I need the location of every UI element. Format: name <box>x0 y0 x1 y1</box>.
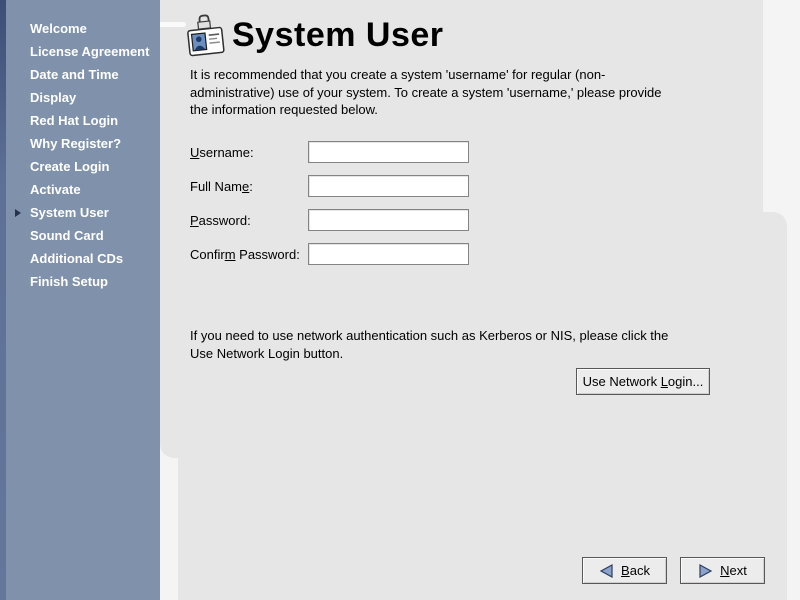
form-row-full-name: Full Name: <box>190 175 469 197</box>
sidebar-item-label: Display <box>30 90 76 105</box>
use-network-login-button[interactable]: Use Network Login... <box>576 368 710 395</box>
sidebar-item-create-login[interactable]: Create Login <box>0 155 160 178</box>
sidebar-item-label: Additional CDs <box>30 251 123 266</box>
sidebar-connector-line <box>160 22 186 27</box>
sidebar-item-display[interactable]: Display <box>0 86 160 109</box>
id-badge-icon <box>185 13 227 64</box>
sidebar-item-activate[interactable]: Activate <box>0 178 160 201</box>
sidebar-item-label: Sound Card <box>30 228 104 243</box>
setup-steps-nav: Welcome License Agreement Date and Time … <box>0 17 160 293</box>
firstboot-window: Welcome License Agreement Date and Time … <box>0 0 800 600</box>
back-arrow-icon <box>599 564 614 578</box>
next-button-label: Next <box>720 563 747 578</box>
username-input[interactable] <box>308 141 469 163</box>
sidebar-item-label: Finish Setup <box>30 274 108 289</box>
content-panel-bottom <box>178 212 787 600</box>
form-row-password: Password: <box>190 209 469 231</box>
back-button-label: Back <box>621 563 650 578</box>
network-auth-line: Use Network Login button. <box>190 345 668 363</box>
sidebar-item-label: Activate <box>30 182 81 197</box>
confirm-password-label: Confirm Password: <box>190 247 308 262</box>
full-name-label: Full Name: <box>190 179 308 194</box>
active-step-arrow-icon <box>15 209 21 217</box>
sidebar-item-system-user[interactable]: System User <box>0 201 160 224</box>
confirm-password-input[interactable] <box>308 243 469 265</box>
intro-line: administrative) use of your system. To c… <box>190 84 662 102</box>
sidebar-item-label: License Agreement <box>30 44 149 59</box>
sidebar-item-license-agreement[interactable]: License Agreement <box>0 40 160 63</box>
password-input[interactable] <box>308 209 469 231</box>
intro-text: It is recommended that you create a syst… <box>190 66 662 119</box>
username-label: Username: <box>190 145 308 160</box>
back-button[interactable]: Back <box>582 557 667 584</box>
sidebar-item-why-register[interactable]: Why Register? <box>0 132 160 155</box>
sidebar: Welcome License Agreement Date and Time … <box>0 0 160 600</box>
next-button[interactable]: Next <box>680 557 765 584</box>
page-title: System User <box>232 16 444 55</box>
sidebar-item-sound-card[interactable]: Sound Card <box>0 224 160 247</box>
sidebar-item-label: Why Register? <box>30 136 121 151</box>
sidebar-item-finish-setup[interactable]: Finish Setup <box>0 270 160 293</box>
intro-line: It is recommended that you create a syst… <box>190 66 662 84</box>
form-row-confirm-password: Confirm Password: <box>190 243 469 265</box>
network-auth-line: If you need to use network authenticatio… <box>190 327 668 345</box>
use-network-login-label: Use Network Login... <box>583 374 704 389</box>
sidebar-item-label: Welcome <box>30 21 87 36</box>
sidebar-item-label: Date and Time <box>30 67 119 82</box>
intro-line: the information requested below. <box>190 101 662 119</box>
password-label: Password: <box>190 213 308 228</box>
full-name-input[interactable] <box>308 175 469 197</box>
sidebar-item-label: System User <box>30 205 109 220</box>
sidebar-item-welcome[interactable]: Welcome <box>0 17 160 40</box>
next-arrow-icon <box>698 564 713 578</box>
sidebar-item-red-hat-login[interactable]: Red Hat Login <box>0 109 160 132</box>
sidebar-item-label: Create Login <box>30 159 109 174</box>
sidebar-item-additional-cds[interactable]: Additional CDs <box>0 247 160 270</box>
sidebar-item-label: Red Hat Login <box>30 113 118 128</box>
network-auth-text: If you need to use network authenticatio… <box>190 327 668 362</box>
sidebar-item-date-and-time[interactable]: Date and Time <box>0 63 160 86</box>
form-row-username: Username: <box>190 141 469 163</box>
